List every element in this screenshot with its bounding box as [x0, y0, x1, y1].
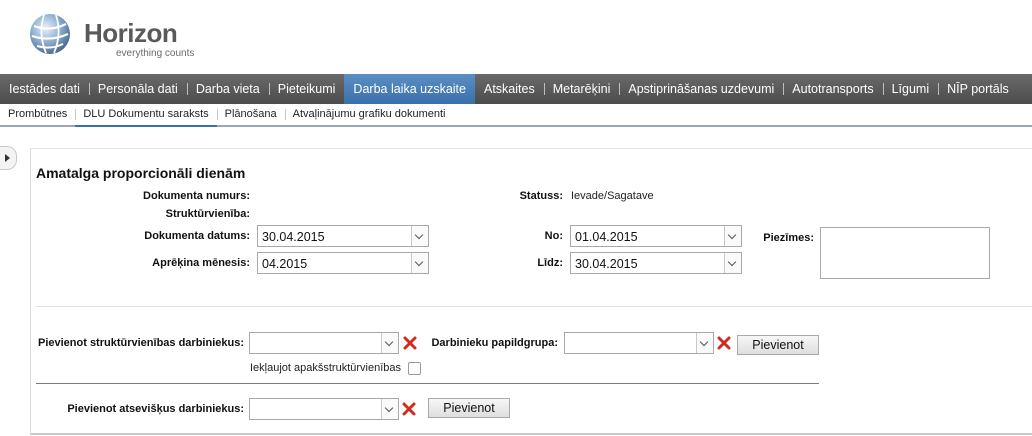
- include-subunits-checkbox[interactable]: [408, 362, 421, 375]
- calc-month-value: 04.2015: [262, 257, 308, 271]
- struct-unit-label: Struktūrvienība:: [165, 208, 250, 220]
- nav-iestades-dati[interactable]: Iestādes dati: [0, 74, 89, 104]
- expand-sidebar-arrow-icon[interactable]: [0, 146, 17, 170]
- status-label: Statuss:: [519, 190, 563, 202]
- add-single-button[interactable]: Pievienot: [428, 398, 510, 418]
- to-label: Līdz:: [537, 257, 563, 269]
- section-divider: [36, 383, 819, 384]
- calc-month-select[interactable]: 04.2015: [257, 252, 429, 274]
- section-divider: [36, 306, 1032, 307]
- notes-textarea[interactable]: [820, 227, 990, 279]
- add-single-employees-label: Pievienot atsevišķus darbiniekus:: [67, 403, 244, 415]
- page-title: Amatalga proporcionāli dienām: [36, 165, 246, 181]
- nav-personala-dati[interactable]: Personāla dati: [88, 74, 187, 104]
- single-employees-select[interactable]: [249, 398, 399, 420]
- add-struct-employees-label: Pievienot struktūrvienības darbiniekus:: [37, 337, 244, 349]
- subgroup-label: Darbinieku papildgrupa:: [431, 337, 558, 349]
- brand-name: Horizon: [84, 18, 178, 48]
- nav-metarekini[interactable]: Metarēķini: [543, 74, 620, 104]
- chevron-down-icon[interactable]: [381, 399, 398, 419]
- chevron-down-icon[interactable]: [724, 226, 741, 246]
- chevron-down-icon[interactable]: [411, 253, 428, 273]
- subgroup-select[interactable]: [564, 332, 714, 354]
- from-date-value: 01.04.2015: [575, 230, 638, 244]
- main-nav: Iestādes dati Personāla dati Darba vieta…: [0, 74, 1032, 104]
- app-header: Horizon everything counts: [0, 0, 1032, 74]
- subnav-atvalinajumu-grafiku-dokumenti[interactable]: Atvaļinājumu grafiku dokumenti: [284, 104, 454, 125]
- nav-apstiprinasanas-uzdevumi[interactable]: Apstiprināšanas uzdevumi: [619, 74, 783, 104]
- calc-month-label: Aprēķina mēnesis:: [152, 257, 250, 269]
- nav-darba-vieta[interactable]: Darba vieta: [186, 74, 269, 104]
- subnav-planosana[interactable]: Plānošana: [216, 104, 285, 125]
- chevron-down-icon[interactable]: [724, 253, 741, 273]
- clear-x-icon[interactable]: [402, 335, 418, 351]
- doc-number-label: Dokumenta numurs:: [143, 190, 250, 202]
- nav-darba-laika-uzskaite[interactable]: Darba laika uzskaite: [344, 74, 475, 104]
- doc-date-select[interactable]: 30.04.2015: [257, 225, 429, 247]
- chevron-down-icon[interactable]: [411, 226, 428, 246]
- nav-pieteikumi[interactable]: Pieteikumi: [268, 74, 345, 104]
- chevron-down-icon[interactable]: [696, 333, 713, 353]
- clear-x-icon[interactable]: [401, 401, 417, 417]
- subnav-prombutnes[interactable]: Prombūtnes: [0, 104, 75, 125]
- struct-employees-select[interactable]: [249, 332, 399, 354]
- globe-logo-icon: [30, 14, 70, 54]
- brand-tagline: everything counts: [116, 48, 195, 59]
- from-label: No:: [544, 230, 563, 242]
- doc-date-label: Dokumenta datums:: [144, 230, 250, 242]
- status-value: Ievade/Sagatave: [571, 190, 654, 202]
- to-date-select[interactable]: 30.04.2015: [570, 252, 742, 274]
- nav-ligumi[interactable]: Līgumi: [882, 74, 939, 104]
- chevron-down-icon[interactable]: [381, 333, 398, 353]
- add-struct-button[interactable]: Pievienot: [737, 335, 819, 355]
- clear-x-icon[interactable]: [716, 335, 732, 351]
- subnav-dlu-dokumentu-saraksts[interactable]: DLU Dokumentu saraksts: [75, 104, 217, 127]
- nav-autotransports[interactable]: Autotransports: [783, 74, 882, 104]
- doc-date-value: 30.04.2015: [262, 230, 325, 244]
- sub-nav: Prombūtnes DLU Dokumentu saraksts Plānoš…: [0, 104, 1032, 127]
- notes-label: Piezīmes:: [763, 232, 814, 244]
- nav-nip-portals[interactable]: NĪP portāls: [938, 74, 1018, 104]
- to-date-value: 30.04.2015: [575, 257, 638, 271]
- nav-atskaites[interactable]: Atskaites: [475, 74, 544, 104]
- from-date-select[interactable]: 01.04.2015: [570, 225, 742, 247]
- include-subunits-label: Iekļaujot apakšstruktūrvienības: [250, 362, 402, 374]
